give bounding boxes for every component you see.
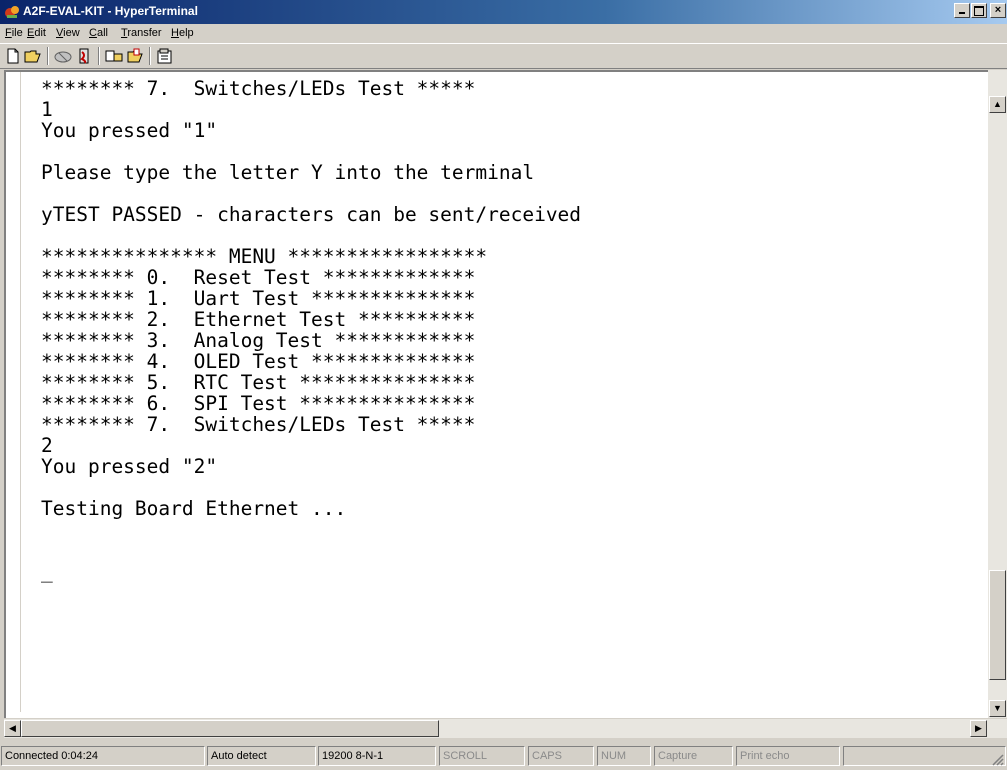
terminal-line: 1 bbox=[41, 98, 53, 121]
terminal-line: 2 bbox=[41, 434, 53, 457]
terminal-line: ******** 5. RTC Test *************** bbox=[41, 371, 476, 394]
status-detect: Auto detect bbox=[207, 746, 316, 766]
scroll-left-button[interactable]: ◀ bbox=[4, 720, 21, 737]
menu-transfer[interactable]: Transfer bbox=[121, 27, 162, 39]
terminal-line: yTEST PASSED - characters can be sent/re… bbox=[41, 203, 582, 226]
terminal-line: ******** 6. SPI Test *************** bbox=[41, 392, 476, 415]
terminal-line: ******** 0. Reset Test ************* bbox=[41, 266, 476, 289]
disconnect-icon[interactable] bbox=[74, 47, 94, 65]
terminal-line: ******** 2. Ethernet Test ********** bbox=[41, 308, 476, 331]
terminal-line: You pressed "2" bbox=[41, 455, 218, 478]
vertical-scroll-thumb[interactable] bbox=[989, 570, 1006, 680]
toolbar bbox=[0, 43, 1007, 69]
terminal-line: ******** 4. OLED Test ************** bbox=[41, 350, 476, 373]
title-bar[interactable]: A2F-EVAL-KIT - HyperTerminal × bbox=[0, 0, 1007, 24]
status-empty-panel bbox=[843, 746, 1006, 766]
toolbar-separator bbox=[98, 47, 100, 65]
scroll-right-button[interactable]: ▶ bbox=[970, 720, 987, 737]
connect-icon[interactable] bbox=[53, 47, 73, 65]
status-bar: Connected 0:04:24 Auto detect 19200 8-N-… bbox=[0, 744, 1007, 770]
menu-file[interactable]: File bbox=[5, 27, 23, 39]
new-connection-icon[interactable] bbox=[3, 47, 23, 65]
scroll-down-button[interactable]: ▼ bbox=[989, 700, 1006, 717]
close-button[interactable]: × bbox=[990, 3, 1006, 18]
properties-icon[interactable] bbox=[155, 47, 175, 65]
horizontal-scrollbar[interactable]: ◀ ▶ bbox=[4, 719, 1007, 738]
arrow-up-icon: ▲ bbox=[993, 99, 1002, 109]
open-icon[interactable] bbox=[23, 47, 43, 65]
status-caps: CAPS bbox=[528, 746, 594, 766]
terminal-screen[interactable]: ******** 7. Switches/LEDs Test ***** 1 You… bbox=[20, 72, 987, 712]
minimize-button[interactable] bbox=[954, 3, 970, 18]
arrow-left-icon: ◀ bbox=[9, 723, 16, 733]
terminal-line: ******** 7. Switches/LEDs Test ***** bbox=[41, 413, 476, 436]
hyperterminal-icon bbox=[5, 6, 19, 18]
minimize-icon bbox=[959, 12, 965, 14]
arrow-right-icon: ▶ bbox=[975, 723, 982, 733]
toolbar-separator bbox=[47, 47, 49, 65]
maximize-icon bbox=[974, 6, 984, 16]
menu-call[interactable]: Call bbox=[89, 27, 108, 39]
resize-grip-icon[interactable] bbox=[990, 752, 1004, 766]
menu-edit[interactable]: Edit bbox=[27, 27, 46, 39]
status-num: NUM bbox=[597, 746, 651, 766]
scroll-up-button[interactable]: ▲ bbox=[989, 96, 1006, 113]
send-icon[interactable] bbox=[104, 47, 124, 65]
status-scroll: SCROLL bbox=[439, 746, 525, 766]
terminal-line: Please type the letter Y into the termin… bbox=[41, 161, 535, 184]
status-print-echo: Print echo bbox=[736, 746, 840, 766]
terminal-line: Testing Board Ethernet ... bbox=[41, 497, 347, 520]
menu-bar: File Edit View Call Transfer Help bbox=[0, 24, 1007, 43]
window-title: A2F-EVAL-KIT - HyperTerminal bbox=[23, 4, 198, 18]
close-icon: × bbox=[994, 4, 1002, 16]
arrow-down-icon: ▼ bbox=[993, 703, 1002, 713]
menu-help[interactable]: Help bbox=[171, 27, 194, 39]
vertical-scrollbar[interactable]: ▲ ▼ bbox=[988, 70, 1007, 718]
receive-icon[interactable] bbox=[125, 47, 145, 65]
menu-view[interactable]: View bbox=[56, 27, 80, 39]
terminal-line: *************** MENU ***************** bbox=[41, 245, 488, 268]
terminal-cursor: _ bbox=[41, 560, 53, 583]
terminal-line: You pressed "1" bbox=[41, 119, 218, 142]
terminal-output: ******** 7. Switches/LEDs Test ***** 1 You… bbox=[21, 72, 987, 582]
terminal-line: ******** 1. Uart Test ************** bbox=[41, 287, 476, 310]
status-capture: Capture bbox=[654, 746, 733, 766]
terminal-line: ******** 3. Analog Test ************ bbox=[41, 329, 476, 352]
horizontal-scroll-thumb[interactable] bbox=[21, 720, 439, 737]
status-connected: Connected 0:04:24 bbox=[1, 746, 205, 766]
terminal-line: ******** 7. Switches/LEDs Test ***** bbox=[41, 77, 476, 100]
maximize-button[interactable] bbox=[971, 3, 987, 18]
terminal-frame: ******** 7. Switches/LEDs Test ***** 1 You… bbox=[4, 70, 1007, 718]
toolbar-separator bbox=[149, 47, 151, 65]
status-settings: 19200 8-N-1 bbox=[318, 746, 436, 766]
